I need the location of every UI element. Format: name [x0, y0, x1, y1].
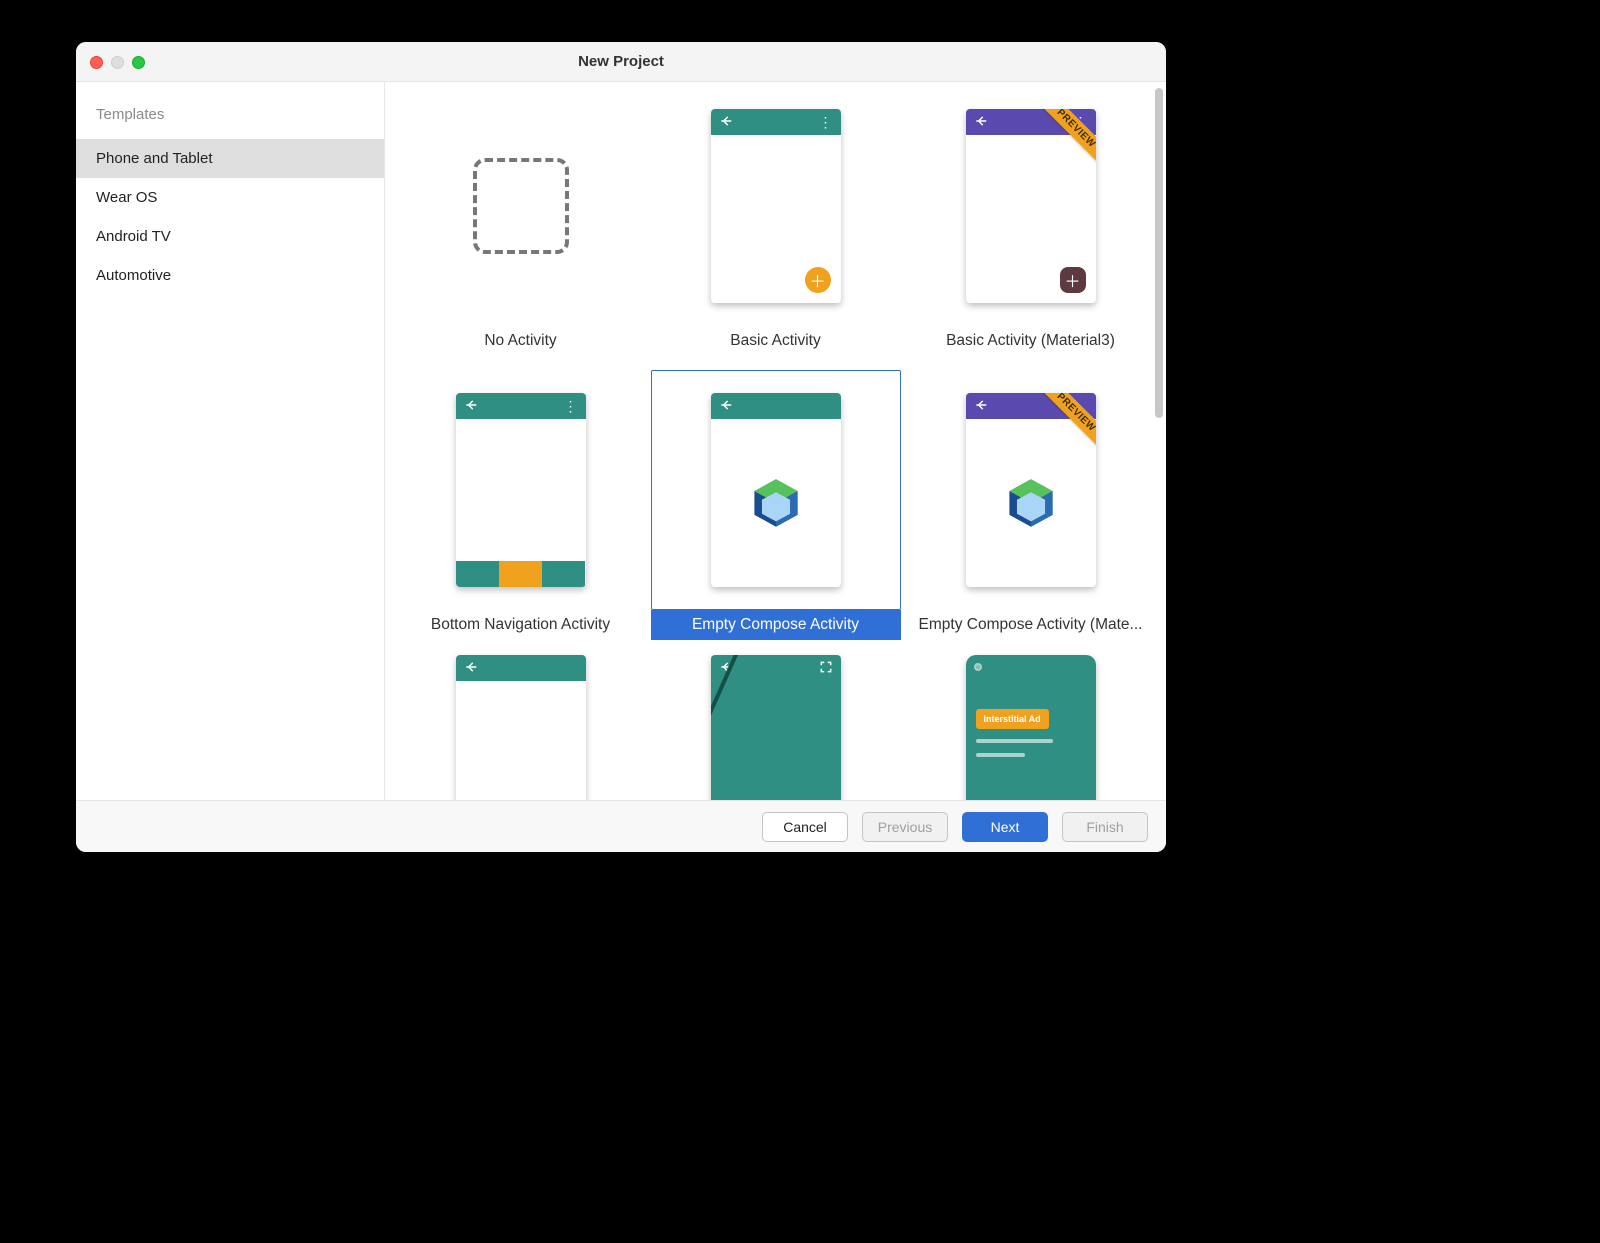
template-bottom-navigation[interactable]: ⋮ Bottom Navigation Activity — [396, 370, 646, 640]
back-arrow-icon — [974, 398, 988, 414]
compose-logo-icon — [1004, 476, 1058, 530]
templates-sidebar: Templates Phone and Tablet Wear OS Andro… — [76, 82, 385, 800]
template-partial-3[interactable]: Interstitial Ad — [906, 654, 1156, 800]
window-controls — [90, 56, 145, 69]
back-arrow-icon — [719, 114, 733, 130]
template-partial-1[interactable] — [396, 654, 646, 800]
template-label: Empty Compose Activity (Mate... — [906, 610, 1156, 640]
sidebar-header: Templates — [76, 100, 384, 139]
template-empty-compose[interactable]: Empty Compose Activity — [651, 370, 901, 640]
sidebar-item-automotive[interactable]: Automotive — [76, 256, 384, 295]
fab-add-icon: ＋ — [1060, 267, 1086, 293]
minimize-icon — [111, 56, 124, 69]
sidebar-item-wear-os[interactable]: Wear OS — [76, 178, 384, 217]
template-label: Basic Activity (Material3) — [906, 326, 1156, 356]
scrollbar[interactable] — [1155, 88, 1163, 418]
empty-placeholder-icon — [473, 158, 569, 254]
zoom-icon[interactable] — [132, 56, 145, 69]
compose-logo-icon — [749, 476, 803, 530]
status-dot-icon — [974, 663, 982, 671]
titlebar: New Project — [76, 42, 1166, 82]
template-basic-activity[interactable]: ⋮ ＋ Basic Activity — [651, 86, 901, 356]
close-icon[interactable] — [90, 56, 103, 69]
template-label: Empty Compose Activity — [651, 610, 901, 640]
cancel-button[interactable]: Cancel — [762, 812, 848, 842]
back-arrow-icon — [464, 398, 478, 414]
sidebar-item-phone-tablet[interactable]: Phone and Tablet — [76, 139, 384, 178]
window-title: New Project — [76, 53, 1166, 70]
template-label: Basic Activity — [651, 326, 901, 356]
template-partial-2[interactable] — [651, 654, 901, 800]
fab-add-icon: ＋ — [805, 267, 831, 293]
overflow-menu-icon: ⋮ — [564, 399, 578, 413]
template-label: Bottom Navigation Activity — [396, 610, 646, 640]
fullscreen-icon — [819, 660, 833, 676]
back-arrow-icon — [974, 114, 988, 130]
templates-gallery: No Activity ⋮ ＋ — [385, 82, 1166, 800]
template-label: No Activity — [396, 326, 646, 356]
bottom-nav-icon — [456, 561, 586, 587]
new-project-window: New Project Templates Phone and Tablet W… — [76, 42, 1166, 852]
ad-chip: Interstitial Ad — [976, 709, 1049, 729]
sidebar-item-android-tv[interactable]: Android TV — [76, 217, 384, 256]
wizard-buttons: Cancel Previous Next Finish — [76, 800, 1166, 852]
next-button[interactable]: Next — [962, 812, 1048, 842]
back-arrow-icon — [464, 660, 478, 676]
finish-button: Finish — [1062, 812, 1148, 842]
overflow-menu-icon: ⋮ — [819, 115, 833, 129]
back-arrow-icon — [719, 660, 733, 676]
template-empty-compose-m3[interactable]: PREVIEW Empty Compose Activity (Mate... — [906, 370, 1156, 640]
previous-button: Previous — [862, 812, 948, 842]
template-basic-activity-m3[interactable]: ⋮ ＋ PREVIEW Basic Activity (Material3) — [906, 86, 1156, 356]
template-no-activity[interactable]: No Activity — [396, 86, 646, 356]
back-arrow-icon — [719, 398, 733, 414]
